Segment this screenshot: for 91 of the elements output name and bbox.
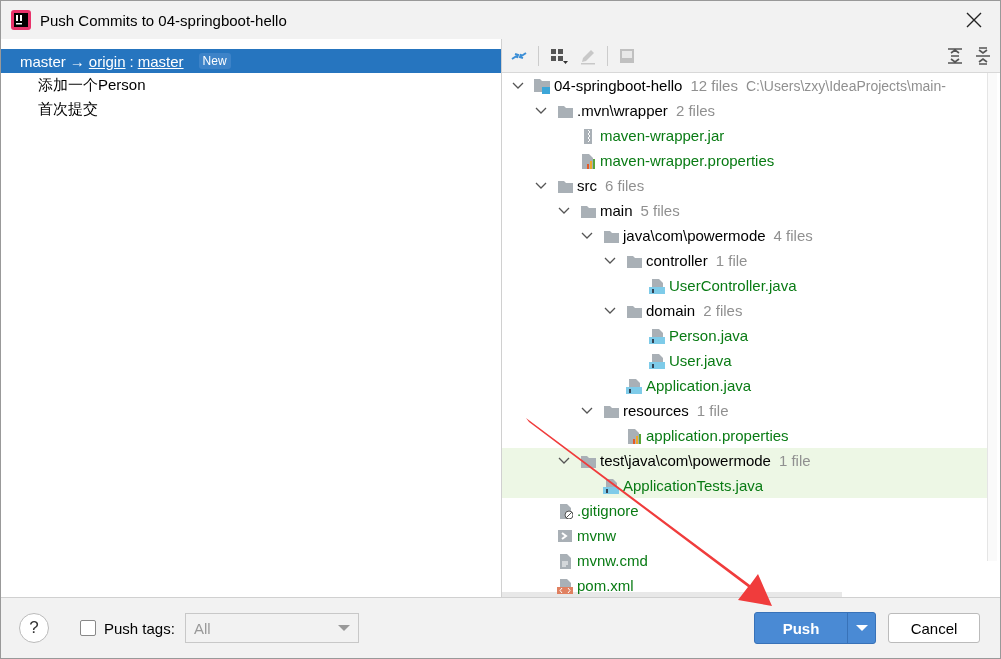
- commit-item[interactable]: 添加一个Person: [1, 73, 501, 97]
- folder-name: test\java\com\powermode: [600, 452, 771, 469]
- file-name: pom.xml: [577, 577, 634, 594]
- terminal-file-icon: [557, 527, 573, 544]
- app-logo-icon: [11, 10, 31, 30]
- file-count: 2 files: [675, 102, 716, 119]
- close-icon: [966, 12, 982, 28]
- file-name: maven-wrapper.jar: [600, 127, 725, 144]
- preview-pane-icon: [618, 46, 636, 65]
- ignore-file-icon: [557, 502, 573, 519]
- tree-row[interactable]: ApplicationTests.java: [502, 473, 988, 498]
- remote-link[interactable]: origin: [88, 52, 126, 70]
- file-name: Person.java: [669, 327, 749, 344]
- file-count: 2 files: [703, 302, 743, 319]
- file-name: UserController.java: [669, 277, 797, 294]
- expand-all-icon: [946, 46, 964, 65]
- file-name: mvnw: [577, 527, 617, 544]
- tree-row[interactable]: 04-springboot-hello 12 files C:\Users\zxy\IdeaProjects\main-: [502, 73, 988, 98]
- tree-row[interactable]: domain 2 files: [502, 298, 988, 323]
- tree-row[interactable]: java\com\powermode 4 files: [502, 223, 988, 248]
- file-name: maven-wrapper.properties: [600, 152, 775, 169]
- tree-row[interactable]: maven-wrapper.properties: [502, 148, 988, 173]
- folder-name: 04-springboot-hello: [554, 77, 683, 94]
- folder-name: controller: [646, 252, 708, 269]
- file-count: 5 files: [640, 202, 680, 219]
- collapse-all-button[interactable]: [974, 46, 992, 65]
- tree-row[interactable]: Application.java: [502, 373, 988, 398]
- tree-row[interactable]: pom.xml: [502, 573, 988, 597]
- tree-row[interactable]: main 5 files: [502, 198, 988, 223]
- file-count: 1 file: [715, 252, 748, 269]
- cancel-button[interactable]: Cancel: [888, 613, 980, 643]
- window-title: Push Commits to 04-springboot-hello: [40, 11, 288, 29]
- local-branch: master: [20, 52, 66, 70]
- java-file-icon: [626, 377, 642, 394]
- file-name: Application.java: [646, 377, 752, 394]
- tree-row[interactable]: controller 1 file: [502, 248, 988, 273]
- tree-row[interactable]: mvnw: [502, 523, 988, 548]
- group-by-icon: [549, 46, 569, 65]
- tree-row[interactable]: .gitignore: [502, 498, 988, 523]
- tree-row[interactable]: maven-wrapper.jar: [502, 123, 988, 148]
- folder-name: src: [577, 177, 597, 194]
- file-name: mvnw.cmd: [577, 552, 648, 569]
- file-name: .gitignore: [577, 502, 639, 519]
- folder-name: resources: [623, 402, 689, 419]
- folder-name: main: [600, 202, 633, 219]
- vertical-scrollbar[interactable]: [987, 73, 997, 561]
- tree-row[interactable]: src 6 files: [502, 173, 988, 198]
- group-by-button[interactable]: [549, 46, 569, 65]
- file-count: 1 file: [778, 452, 811, 469]
- java-file-icon: [649, 327, 665, 344]
- tree-row[interactable]: .mvn\wrapper 2 files: [502, 98, 988, 123]
- horizontal-scrollbar[interactable]: [502, 592, 842, 597]
- file-count: 6 files: [605, 177, 645, 194]
- file-count: 1 file: [696, 402, 729, 419]
- java-file-icon: [649, 277, 665, 294]
- file-name: User.java: [669, 352, 732, 369]
- properties-file-icon: [626, 427, 642, 444]
- tree-row[interactable]: User.java: [502, 348, 988, 373]
- tree-row[interactable]: Person.java: [502, 323, 988, 348]
- tree-row[interactable]: resources 1 file: [502, 398, 988, 423]
- collapse-all-icon: [974, 46, 992, 65]
- file-name: application.properties: [646, 427, 789, 444]
- folder-name: domain: [646, 302, 696, 319]
- branch-row[interactable]: master → origin : master New: [1, 49, 501, 73]
- file-count: 4 files: [773, 227, 813, 244]
- arrow-text: →: [69, 52, 85, 70]
- remote-branch-link[interactable]: master: [137, 52, 184, 70]
- dropdown-value: All: [193, 619, 211, 637]
- separator-text: :: [129, 52, 134, 70]
- properties-file-icon: [580, 152, 596, 169]
- tree-row[interactable]: UserController.java: [502, 273, 988, 298]
- caret-icon: [855, 625, 868, 631]
- caret-icon: [337, 625, 350, 631]
- text-file-icon: [557, 552, 573, 569]
- module-folder-icon: [534, 77, 550, 94]
- commit-item[interactable]: 首次提交: [1, 97, 501, 121]
- push-tags-checkbox[interactable]: [80, 620, 96, 636]
- help-button[interactable]: ?: [19, 613, 49, 643]
- tree-row[interactable]: mvnw.cmd: [502, 548, 988, 573]
- folder-name: java\com\powermode: [623, 227, 766, 244]
- push-tags-label: Push tags:: [104, 619, 175, 637]
- java-file-icon: [649, 352, 665, 369]
- tree-row[interactable]: test\java\com\powermode 1 file: [502, 448, 988, 473]
- file-name: ApplicationTests.java: [623, 477, 764, 494]
- tree-row[interactable]: application.properties: [502, 423, 988, 448]
- folder-path: C:\Users\zxy\IdeaProjects\main-: [745, 77, 946, 94]
- expand-all-button[interactable]: [946, 46, 964, 65]
- folder-name: .mvn\wrapper: [577, 102, 668, 119]
- xml-file-icon: [557, 577, 573, 594]
- file-count: 12 files: [690, 77, 738, 94]
- new-badge: New: [198, 53, 231, 69]
